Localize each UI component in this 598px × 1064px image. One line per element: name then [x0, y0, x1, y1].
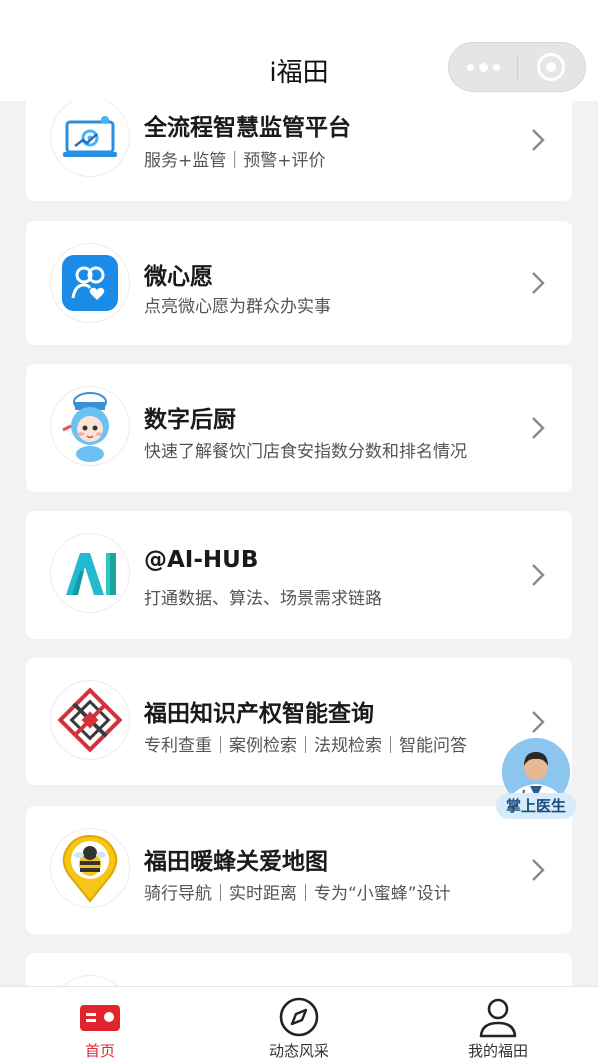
tab-label: 动态风采	[268, 1042, 329, 1060]
service-title: 福田知识产权智能查询	[144, 701, 374, 727]
bottom-tab-bar: 首页 动态风采 我的福田	[0, 986, 598, 1064]
people-heart-icon	[50, 243, 130, 323]
doctor-float-button[interactable]: 掌上医生	[496, 738, 576, 824]
service-card-ip-query[interactable]: 福田知识产权智能查询 专利查重｜案例检索｜法规检索｜智能问答	[26, 658, 572, 785]
service-card-kitchen[interactable]: 数字后厨 快速了解餐饮门店食安指数分数和排名情况	[26, 364, 572, 492]
service-title: 数字后厨	[144, 407, 236, 433]
service-subtitle: 骑行导航｜实时距离｜专为“小蜜蜂”设计	[144, 884, 451, 904]
chevron-right-icon	[532, 272, 545, 294]
service-subtitle: 快速了解餐饮门店食安指数分数和排名情况	[144, 442, 467, 462]
tab-home[interactable]: 首页	[30, 987, 170, 1064]
chef-mascot-icon	[50, 386, 130, 466]
compass-icon	[279, 997, 319, 1037]
service-title: 微心愿	[144, 264, 213, 290]
home-card-icon	[80, 1005, 120, 1031]
service-subtitle: 服务+监管｜预警+评价	[144, 151, 326, 171]
service-title: 福田暖蜂关爱地图	[144, 849, 328, 875]
user-icon	[479, 998, 517, 1038]
service-subtitle: 专利查重｜案例检索｜法规检索｜智能问答	[144, 736, 467, 756]
chevron-right-icon	[532, 711, 545, 733]
tab-my-futian[interactable]: 我的福田	[428, 987, 568, 1064]
service-subtitle: 打通数据、算法、场景需求链路	[144, 589, 382, 609]
target-close-icon[interactable]	[518, 43, 585, 91]
navigation-bar: i福田	[0, 0, 598, 101]
tab-label: 首页	[84, 1042, 115, 1060]
service-card-bee-map[interactable]: 福田暖蜂关爱地图 骑行导航｜实时距离｜专为“小蜜蜂”设计	[26, 806, 572, 934]
doctor-label: 掌上医生	[496, 793, 576, 819]
chevron-right-icon	[532, 859, 545, 881]
service-card-wish[interactable]: 微心愿 点亮微心愿为群众办实事	[26, 221, 572, 345]
chevron-right-icon	[532, 417, 545, 439]
bee-pin-icon	[50, 828, 130, 908]
chevron-right-icon	[532, 129, 545, 151]
service-subtitle: 点亮微心愿为群众办实事	[144, 297, 331, 317]
service-card-aihub[interactable]: @AI-HUB 打通数据、算法、场景需求链路	[26, 511, 572, 639]
service-title: 全流程智慧监管平台	[144, 115, 351, 141]
more-dots-icon[interactable]	[449, 43, 517, 91]
miniprogram-capsule	[448, 42, 586, 92]
service-title: @AI-HUB	[144, 547, 259, 573]
ai-logo-icon	[50, 533, 130, 613]
chevron-right-icon	[532, 564, 545, 586]
ip-knot-icon	[50, 680, 130, 760]
monitor-gear-icon	[50, 97, 130, 177]
tab-activities[interactable]: 动态风采	[229, 987, 369, 1064]
tab-label: 我的福田	[467, 1042, 528, 1060]
